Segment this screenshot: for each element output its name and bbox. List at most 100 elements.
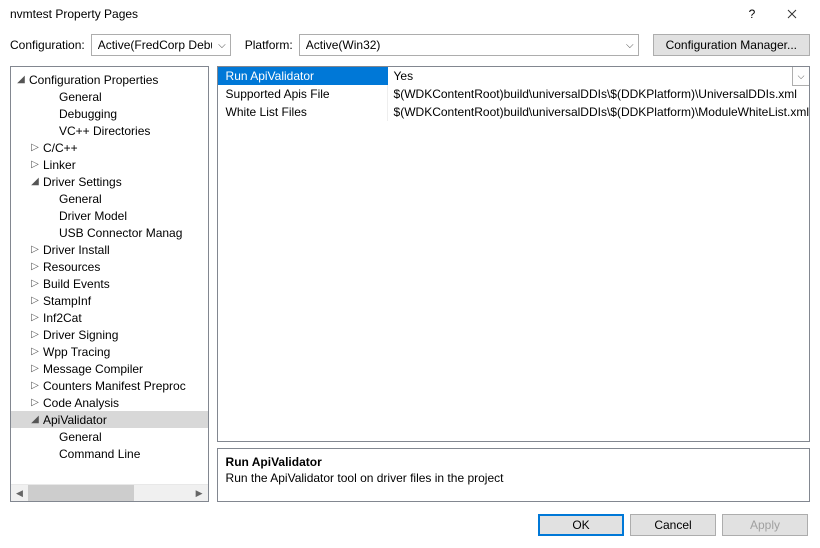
expander-icon[interactable]: ▷ — [29, 329, 41, 340]
tree-item-label: General — [57, 430, 104, 444]
tree-item-label: Driver Install — [41, 243, 112, 257]
tree-item[interactable]: ◢Driver Settings — [11, 173, 208, 190]
tree-item-label: StampInf — [41, 294, 93, 308]
tree-item[interactable]: General — [11, 428, 208, 445]
tree-item-label: Configuration Properties — [27, 73, 160, 87]
tree-item[interactable]: ▷Driver Install — [11, 241, 208, 258]
help-button[interactable]: ? — [732, 0, 772, 28]
configuration-combo[interactable]: Active(FredCorp Debug) ⌵ — [91, 34, 231, 56]
tree-item-label: Debugging — [57, 107, 119, 121]
property-value[interactable]: $(WDKContentRoot)build\universalDDIs\$(D… — [388, 85, 809, 103]
description-body: Run the ApiValidator tool on driver file… — [226, 471, 801, 485]
tree-item-label: Wpp Tracing — [41, 345, 112, 359]
apply-button[interactable]: Apply — [722, 514, 808, 536]
tree-item[interactable]: ◢ApiValidator — [11, 411, 208, 428]
property-row[interactable]: Supported Apis File$(WDKContentRoot)buil… — [218, 85, 809, 103]
window-title: nvmtest Property Pages — [10, 7, 732, 21]
tree-item-label: Driver Signing — [41, 328, 120, 342]
tree-item[interactable]: ▷Message Compiler — [11, 360, 208, 377]
cancel-button[interactable]: Cancel — [630, 514, 716, 536]
configuration-label: Configuration: — [10, 38, 85, 52]
expander-icon[interactable]: ▷ — [29, 278, 41, 289]
tree-item-label: General — [57, 192, 104, 206]
tree-item[interactable]: ▷Code Analysis — [11, 394, 208, 411]
tree-item[interactable]: VC++ Directories — [11, 122, 208, 139]
tree-item-label: USB Connector Manag — [57, 226, 184, 240]
configuration-manager-button[interactable]: Configuration Manager... — [653, 34, 810, 56]
tree-item[interactable]: USB Connector Manag — [11, 224, 208, 241]
tree-hscrollbar[interactable]: ◀ ▶ — [11, 484, 208, 501]
expander-icon[interactable]: ▷ — [29, 261, 41, 272]
tree-item[interactable]: ▷Counters Manifest Preproc — [11, 377, 208, 394]
config-toolbar: Configuration: Active(FredCorp Debug) ⌵ … — [0, 28, 820, 66]
tree-item-label: Build Events — [41, 277, 112, 291]
dialog-footer: OK Cancel Apply — [0, 506, 820, 548]
tree-item-label: Message Compiler — [41, 362, 145, 376]
scroll-left-icon[interactable]: ◀ — [11, 485, 28, 502]
scroll-right-icon[interactable]: ▶ — [191, 485, 208, 502]
tree-item[interactable]: ▷Resources — [11, 258, 208, 275]
expander-icon[interactable]: ▷ — [29, 397, 41, 408]
titlebar: nvmtest Property Pages ? — [0, 0, 820, 28]
chevron-down-icon: ⌵ — [620, 40, 634, 51]
property-value[interactable]: $(WDKContentRoot)build\universalDDIs\$(D… — [388, 103, 809, 121]
tree-item[interactable]: ▷Wpp Tracing — [11, 343, 208, 360]
description-title: Run ApiValidator — [226, 455, 801, 469]
tree-item[interactable]: ▷Inf2Cat — [11, 309, 208, 326]
property-name: Run ApiValidator — [218, 67, 388, 85]
ok-button[interactable]: OK — [538, 514, 624, 536]
expander-icon[interactable]: ▷ — [29, 295, 41, 306]
property-name: White List Files — [218, 103, 388, 121]
tree-item-label: ApiValidator — [41, 413, 109, 427]
tree-root[interactable]: ◢Configuration Properties — [11, 71, 208, 88]
tree-item[interactable]: Driver Model — [11, 207, 208, 224]
platform-value: Active(Win32) — [306, 38, 620, 52]
property-value[interactable]: Yes — [388, 67, 792, 85]
tree-item-label: Inf2Cat — [41, 311, 84, 325]
expander-icon[interactable]: ◢ — [29, 414, 41, 425]
property-grid[interactable]: Run ApiValidatorYes⌵Supported Apis File$… — [217, 66, 810, 442]
tree-item[interactable]: ▷C/C++ — [11, 139, 208, 156]
tree-item[interactable]: ▷Build Events — [11, 275, 208, 292]
chevron-down-icon: ⌵ — [212, 40, 226, 51]
tree-item[interactable]: ▷StampInf — [11, 292, 208, 309]
platform-combo[interactable]: Active(Win32) ⌵ — [299, 34, 639, 56]
tree-item[interactable]: General — [11, 88, 208, 105]
tree-item[interactable]: ▷Driver Signing — [11, 326, 208, 343]
scroll-thumb[interactable] — [28, 485, 134, 501]
property-row[interactable]: Run ApiValidatorYes⌵ — [218, 67, 809, 85]
tree-item-label: Command Line — [57, 447, 142, 461]
platform-label: Platform: — [245, 38, 293, 52]
expander-icon[interactable]: ▷ — [29, 312, 41, 323]
chevron-down-icon[interactable]: ⌵ — [792, 66, 810, 86]
right-panel: Run ApiValidatorYes⌵Supported Apis File$… — [217, 66, 810, 502]
tree-item-label: Resources — [41, 260, 102, 274]
tree-item-label: C/C++ — [41, 141, 80, 155]
tree-item-label: Linker — [41, 158, 78, 172]
expander-icon[interactable]: ▷ — [29, 380, 41, 391]
expander-icon[interactable]: ▷ — [29, 159, 41, 170]
tree[interactable]: ◢Configuration PropertiesGeneralDebuggin… — [11, 67, 208, 484]
expander-icon[interactable]: ◢ — [15, 74, 27, 85]
tree-item-label: Driver Settings — [41, 175, 124, 189]
close-icon — [787, 9, 797, 19]
expander-icon[interactable]: ▷ — [29, 244, 41, 255]
expander-icon[interactable]: ▷ — [29, 142, 41, 153]
configuration-value: Active(FredCorp Debug) — [98, 38, 212, 52]
tree-item[interactable]: ▷Linker — [11, 156, 208, 173]
property-row[interactable]: White List Files$(WDKContentRoot)build\u… — [218, 103, 809, 121]
tree-item-label: VC++ Directories — [57, 124, 152, 138]
expander-icon[interactable]: ◢ — [29, 176, 41, 187]
tree-item[interactable]: General — [11, 190, 208, 207]
scroll-track[interactable] — [28, 485, 191, 501]
description-panel: Run ApiValidator Run the ApiValidator to… — [217, 448, 810, 502]
tree-item-label: Driver Model — [57, 209, 129, 223]
main-area: ◢Configuration PropertiesGeneralDebuggin… — [0, 66, 820, 506]
close-button[interactable] — [772, 0, 812, 28]
tree-item[interactable]: Command Line — [11, 445, 208, 462]
expander-icon[interactable]: ▷ — [29, 363, 41, 374]
tree-panel: ◢Configuration PropertiesGeneralDebuggin… — [10, 66, 209, 502]
tree-item[interactable]: Debugging — [11, 105, 208, 122]
expander-icon[interactable]: ▷ — [29, 346, 41, 357]
tree-item-label: General — [57, 90, 104, 104]
